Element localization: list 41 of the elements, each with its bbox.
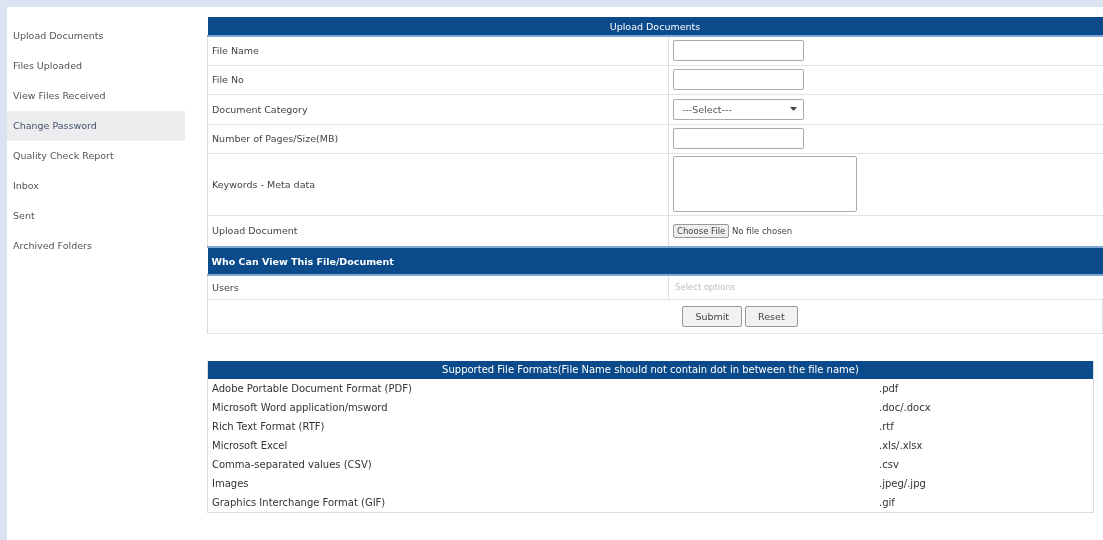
format-cell: Microsoft Word application/msword [207, 397, 875, 417]
caret-icon [790, 107, 797, 111]
form-button[interactable]: Reset [745, 305, 798, 327]
table-title: Supported File Formats(File Name should not contain dot in between the file name) [207, 360, 1094, 379]
field-label: Users [207, 275, 669, 299]
format-cell: Adobe Portable Document Format (PDF) [207, 378, 875, 398]
extension-cell: .pdf [875, 378, 1094, 398]
file-status: No file chosen [731, 225, 793, 236]
field-label: File Name [207, 36, 669, 65]
category-dropdown[interactable]: ---Select--- [673, 98, 804, 120]
sidebar-item[interactable]: Files Uploaded [7, 51, 185, 81]
extension-cell: .csv [875, 454, 1094, 474]
format-cell: Graphics Interchange Format (GIF) [207, 492, 875, 512]
input-field[interactable] [673, 128, 804, 149]
choose-file-button[interactable]: Choose File [673, 223, 730, 238]
field-label: File No [207, 65, 669, 94]
extension-cell: .doc/.docx [875, 397, 1094, 417]
keywords-textarea[interactable] [673, 156, 857, 212]
section-title: Who Can View This File/Document [207, 247, 1103, 275]
format-cell: Comma-separated values (CSV) [207, 454, 875, 474]
extension-cell: .gif [875, 492, 1094, 512]
sidebar-item[interactable]: Archived Folders [7, 231, 185, 261]
extension-cell: .jpeg/.jpg [875, 473, 1094, 493]
extension-cell: .rtf [875, 416, 1094, 436]
field-label: Keywords - Meta data [207, 153, 669, 215]
format-cell: Rich Text Format (RTF) [207, 416, 875, 436]
form-title: Upload Documents [207, 17, 1103, 36]
extension-cell: .xls/.xlsx [875, 435, 1094, 455]
sidebar-item[interactable]: Upload Documents [7, 21, 185, 51]
format-cell: Images [207, 473, 875, 493]
field-label: Number of Pages/Size(MB) [207, 124, 669, 153]
sidebar-item[interactable]: Change Password [7, 111, 185, 141]
sidebar-item[interactable]: View Files Received [7, 81, 185, 111]
input-field[interactable] [673, 69, 804, 90]
field-label: Document Category [207, 94, 669, 124]
form-button[interactable]: Submit [682, 305, 743, 327]
input-field[interactable] [673, 40, 804, 62]
format-cell: Microsoft Excel [207, 435, 875, 455]
sidebar-item[interactable]: Quality Check Report [7, 141, 185, 171]
sidebar-item[interactable]: Sent [7, 201, 185, 231]
sidebar-item[interactable]: Inbox [7, 171, 185, 201]
